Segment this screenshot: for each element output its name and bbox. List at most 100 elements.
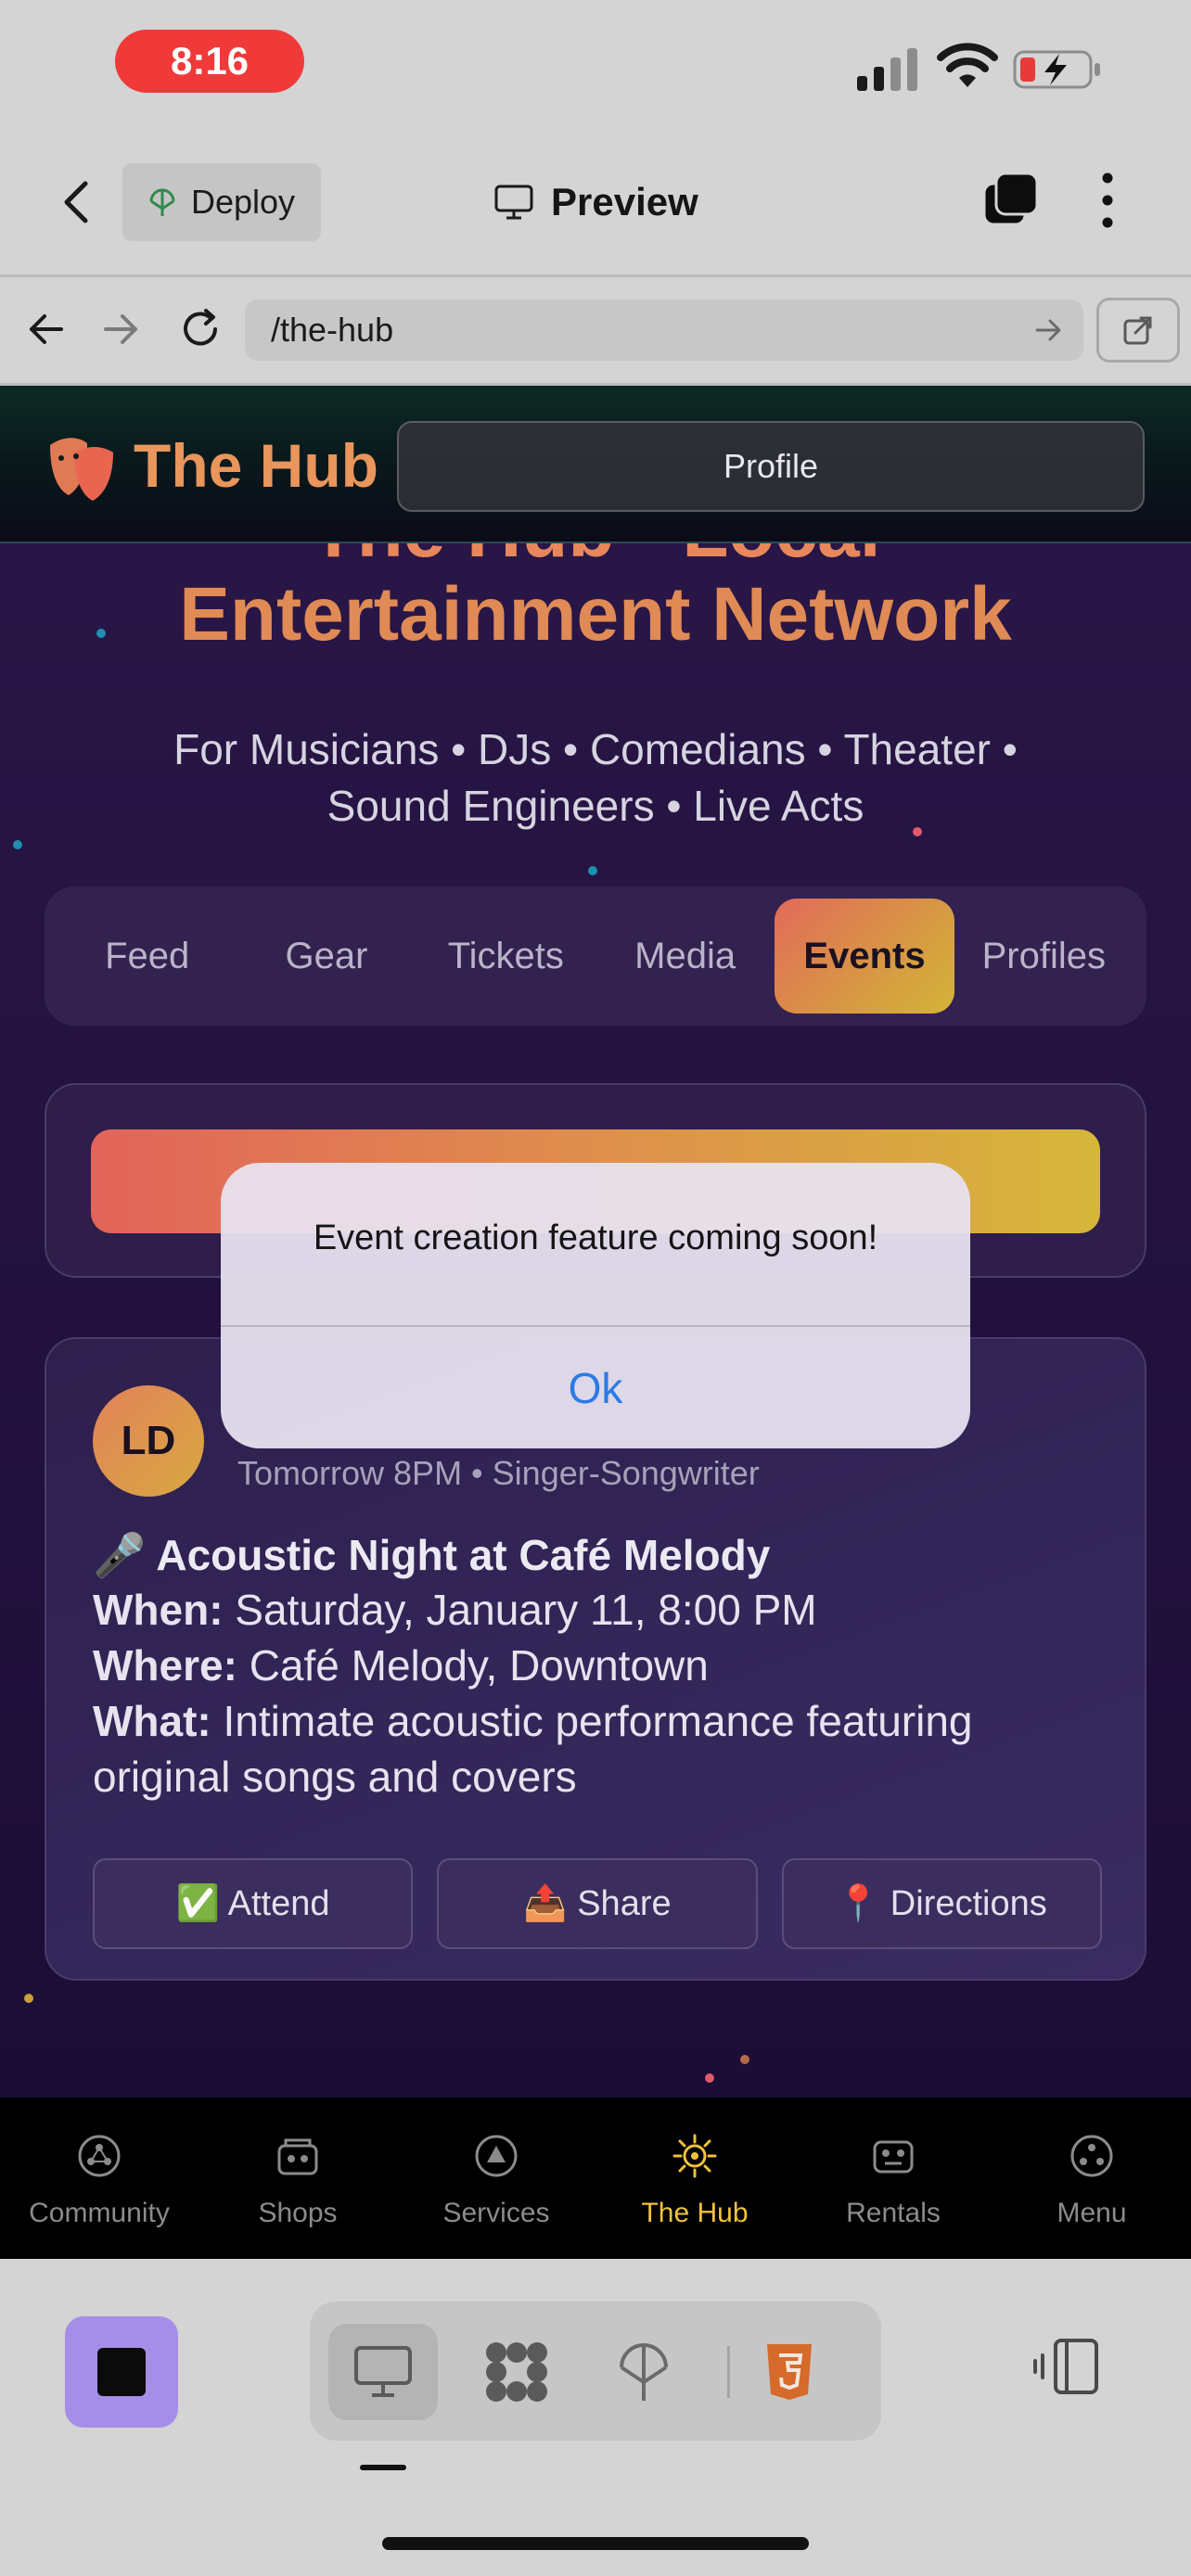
- view-switcher: [310, 2302, 881, 2441]
- tab-tickets[interactable]: Tickets: [416, 899, 596, 1014]
- stop-icon: [97, 2348, 146, 2396]
- deploy-icon: [149, 188, 175, 216]
- preview-label: Preview: [551, 180, 698, 223]
- status-time: 8:16: [115, 30, 304, 93]
- nodes-icon: [486, 2342, 547, 2402]
- workflow-button[interactable]: [462, 2324, 571, 2420]
- where-label: Where:: [93, 1641, 237, 1690]
- event-what-cont: original songs and covers: [93, 1753, 577, 1801]
- alert-message: Event creation feature coming soon!: [313, 1218, 878, 1257]
- app-tab-rentals[interactable]: Rentals: [794, 2098, 992, 2259]
- profile-button[interactable]: Profile: [397, 421, 1145, 512]
- deploy-button[interactable]: Deploy: [122, 163, 321, 241]
- app-tab-label: Community: [29, 2198, 170, 2228]
- url-field[interactable]: /the-hub: [245, 300, 1083, 361]
- services-icon: [475, 2135, 518, 2177]
- app-tab-label: Shops: [258, 2198, 338, 2228]
- panel-toggle-icon[interactable]: [1033, 2337, 1100, 2396]
- directions-button[interactable]: 📍 Directions: [781, 1858, 1102, 1949]
- preview-title: Preview: [493, 174, 698, 230]
- event-when: When: Saturday, January 11, 8:00 PM: [93, 1582, 817, 1638]
- app-tab-the-hub[interactable]: The Hub: [596, 2098, 794, 2259]
- app-tab-label: Services: [442, 2198, 550, 2228]
- tab-media[interactable]: Media: [596, 899, 775, 1014]
- particle-dot: [24, 1994, 33, 2003]
- share-button[interactable]: 📤 Share: [437, 1858, 758, 1949]
- particle-dot: [13, 840, 22, 849]
- hero-subtitle: For Musicians • DJs • Comedians • Theate…: [74, 721, 1117, 835]
- app-tab-community[interactable]: Community: [0, 2098, 198, 2259]
- app-tab-menu[interactable]: Menu: [992, 2098, 1191, 2259]
- avatar[interactable]: LD: [93, 1385, 204, 1497]
- home-indicator: [382, 2537, 809, 2550]
- active-indicator: [360, 2465, 406, 2470]
- reload-icon[interactable]: [176, 305, 224, 353]
- event-meta: Tomorrow 8PM • Singer-Songwriter: [237, 1454, 760, 1492]
- editor-toolbar: Deploy Preview: [0, 130, 1191, 274]
- community-icon: [78, 2135, 121, 2177]
- deploy-label: Deploy: [191, 183, 296, 221]
- alert-divider: [221, 1325, 970, 1327]
- hub-tabs: Feed Gear Tickets Media Events Profiles: [45, 886, 1146, 1026]
- app-tab-label: The Hub: [641, 2198, 749, 2228]
- html5-icon: [767, 2344, 812, 2400]
- tabs-switcher-icon[interactable]: [981, 171, 1039, 228]
- monitor-icon: [354, 2346, 412, 2397]
- hero-title-line2: Entertainment Network: [179, 572, 1012, 657]
- shops-icon: [277, 2138, 318, 2175]
- app-tab-bar: Community Shops Services The Hub Rentals…: [0, 2098, 1191, 2259]
- event-actions: ✅ Attend 📤 Share 📍 Directions: [93, 1858, 1102, 1949]
- menu-icon: [1070, 2135, 1113, 2177]
- hub-header: The Hub Profile: [0, 386, 1191, 543]
- battery-charging-icon: [1013, 50, 1100, 89]
- dev-toolbar: [0, 2259, 1191, 2576]
- external-link-icon: [1123, 316, 1152, 345]
- tab-feed[interactable]: Feed: [58, 899, 237, 1014]
- particle-dot: [705, 2073, 714, 2083]
- app-tab-shops[interactable]: Shops: [198, 2098, 397, 2259]
- cellular-signal-icon: [857, 48, 917, 91]
- event-where: Where: Café Melody, Downtown: [93, 1638, 709, 1693]
- rentals-icon: [873, 2140, 914, 2174]
- browser-forward-icon[interactable]: [96, 305, 145, 353]
- html-button[interactable]: [738, 2324, 840, 2420]
- theater-masks-icon: [50, 438, 113, 501]
- app-tab-label: Menu: [1057, 2198, 1127, 2228]
- subtitle-line1: For Musicians • DJs • Comedians • Theate…: [173, 725, 1018, 773]
- tab-profiles[interactable]: Profiles: [954, 899, 1133, 1014]
- when-label: When:: [93, 1586, 224, 1634]
- alert-ok-button[interactable]: Ok: [221, 1328, 970, 1448]
- app-tab-label: Rentals: [846, 2198, 941, 2228]
- tab-events[interactable]: Events: [775, 899, 954, 1014]
- more-options-icon[interactable]: [1091, 171, 1124, 230]
- subtitle-line2: Sound Engineers • Live Acts: [327, 782, 864, 830]
- where-value: Café Melody, Downtown: [249, 1641, 709, 1690]
- particle-dot: [740, 2055, 749, 2064]
- status-bar: 8:16: [0, 0, 1191, 130]
- address-bar: /the-hub: [0, 274, 1191, 386]
- monitor-icon: [494, 185, 533, 220]
- divider: [727, 2346, 730, 2398]
- desktop-view-button[interactable]: [328, 2324, 438, 2420]
- what-value-line1: Intimate acoustic performance featuring: [223, 1697, 973, 1745]
- url-text: /the-hub: [271, 311, 394, 349]
- what-label: What:: [93, 1697, 211, 1745]
- go-arrow-icon[interactable]: [1033, 314, 1065, 346]
- open-external-button[interactable]: [1096, 298, 1180, 363]
- event-what: What: Intimate acoustic performance feat…: [93, 1693, 973, 1749]
- app-tab-services[interactable]: Services: [397, 2098, 596, 2259]
- deploy-view-button[interactable]: [596, 2324, 692, 2420]
- hub-icon: [672, 2134, 717, 2178]
- attend-button[interactable]: ✅ Attend: [93, 1858, 414, 1949]
- when-value: Saturday, January 11, 8:00 PM: [235, 1586, 817, 1634]
- screen: 8:16 Deploy Preview /the-hub The Hub Pro…: [0, 0, 1191, 2576]
- back-chevron-icon[interactable]: [54, 178, 102, 226]
- particle-dot: [588, 866, 597, 875]
- deploy-icon: [620, 2343, 668, 2401]
- browser-back-icon[interactable]: [22, 305, 70, 353]
- alert-dialog: Event creation feature coming soon! Ok: [221, 1163, 970, 1448]
- tab-gear[interactable]: Gear: [237, 899, 416, 1014]
- stop-button[interactable]: [65, 2316, 178, 2428]
- hub-brand: The Hub: [134, 431, 378, 500]
- event-title: 🎤 Acoustic Night at Café Melody: [93, 1531, 771, 1579]
